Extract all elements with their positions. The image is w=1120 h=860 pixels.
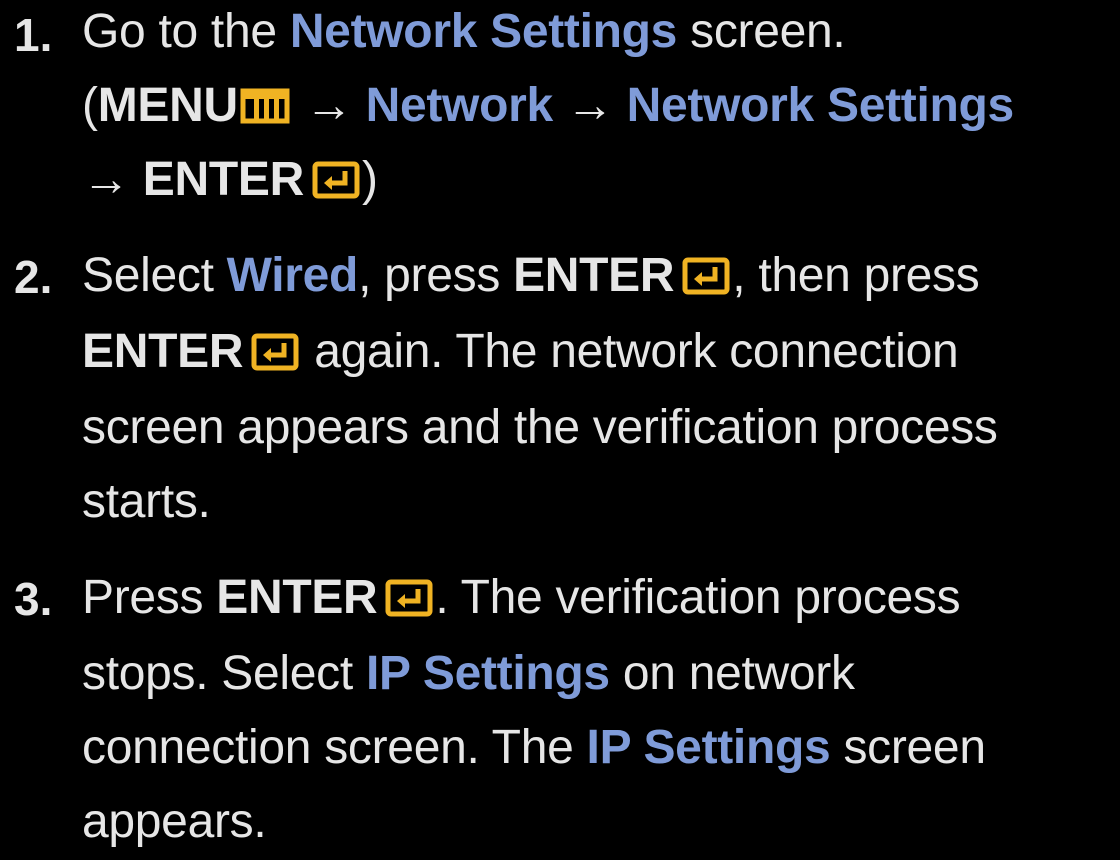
step-1-line-3: → ENTER) (82, 142, 378, 218)
step-3-line-1: Press ENTER . The verification process (82, 560, 961, 636)
enter-label: ENTER (216, 571, 378, 624)
step-number: 1. (14, 9, 53, 61)
text: screen (830, 721, 986, 774)
text: stops. Select (82, 647, 366, 700)
step-2-line-4: starts. (82, 475, 211, 528)
step-1-line-1: Go to the Network Settings screen. (82, 0, 846, 70)
arrow: → (82, 153, 143, 206)
text: , press (358, 249, 514, 302)
step-number: 3. (14, 573, 53, 625)
ip-settings-link: IP Settings (586, 721, 831, 774)
network-settings-link: Network Settings (626, 79, 1015, 132)
text: screen. (677, 5, 846, 58)
ip-settings-link: IP Settings (365, 647, 610, 700)
network-link: Network (365, 79, 554, 132)
enter-icon (251, 333, 301, 371)
wired-option: Wired (226, 249, 359, 302)
text: again. The network connection (301, 325, 959, 378)
enter-icon (682, 257, 732, 295)
enter-label: ENTER (513, 249, 675, 302)
text: Press (82, 571, 217, 624)
text: Go to the (82, 5, 290, 58)
step-3-line-3: connection screen. The IP Settings scree… (82, 710, 986, 786)
enter-label: ENTER (142, 153, 304, 206)
enter-icon (385, 579, 435, 617)
network-settings-link: Network Settings (289, 5, 678, 58)
step-3-line-2: stops. Select IP Settings on network (82, 636, 855, 712)
text: connection screen. The (82, 721, 587, 774)
arrow: → (552, 79, 627, 132)
step-2-line-3: screen appears and the verification proc… (82, 401, 998, 454)
menu-label: MENU (97, 79, 238, 132)
step-3-line-4: appears. (82, 795, 267, 848)
text: ( (82, 79, 98, 132)
enter-icon (312, 161, 362, 199)
step-2-line-1: Select Wired, press ENTER , then press (82, 238, 980, 314)
enter-label: ENTER (82, 325, 244, 378)
text: , then press (732, 249, 980, 302)
step-1-line-2: (MENU → Network → Network Settings (82, 68, 1014, 144)
text: . The verification process (435, 571, 961, 624)
step-number: 2. (14, 251, 53, 303)
text: Select (82, 249, 227, 302)
menu-icon (240, 85, 292, 125)
arrow: → (291, 79, 366, 132)
text: ) (361, 153, 378, 206)
step-2-line-2: ENTER again. The network connection (82, 314, 959, 390)
text: on network (609, 647, 855, 700)
